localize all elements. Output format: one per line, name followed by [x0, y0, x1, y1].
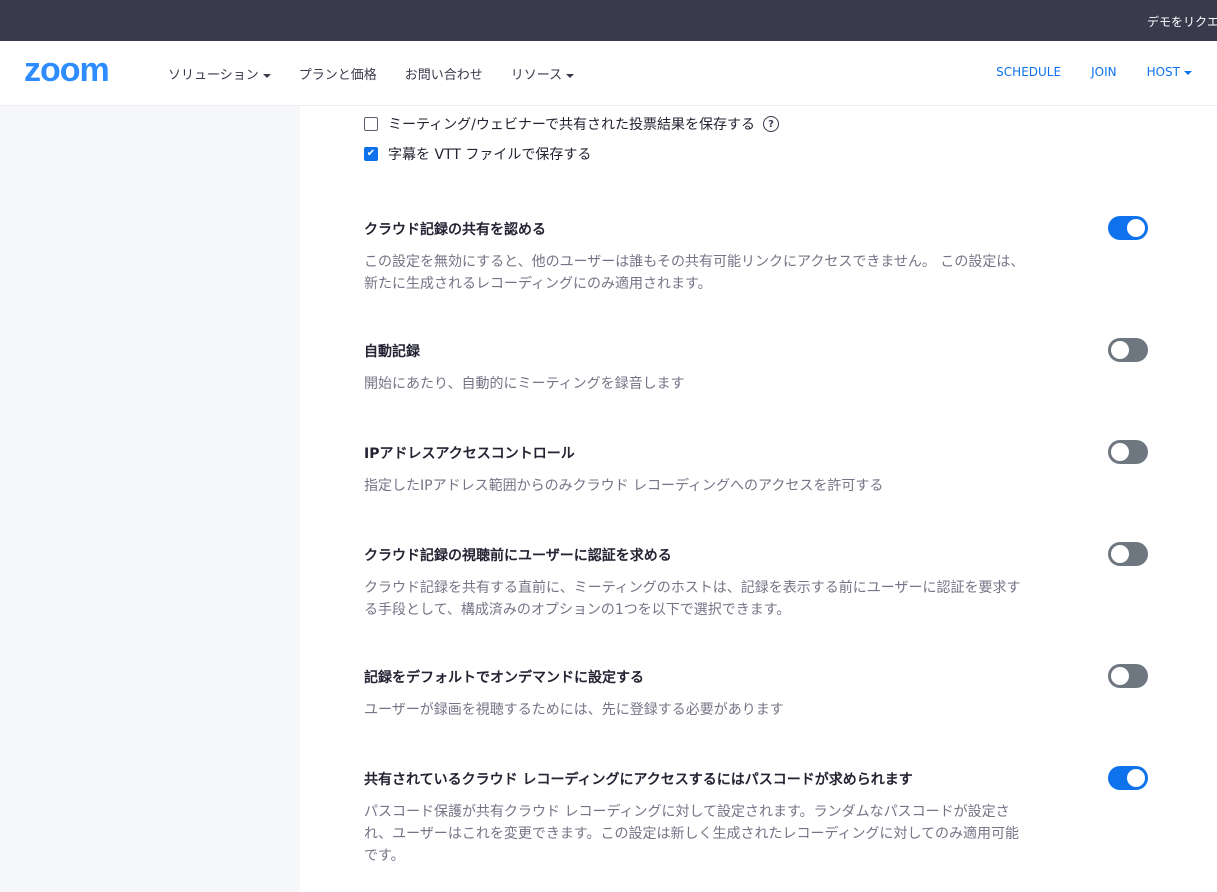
- toggle-knob: [1111, 545, 1129, 563]
- top-banner: デモをリクエスト: [0, 0, 1217, 41]
- toggle-knob: [1111, 443, 1129, 461]
- help-icon[interactable]: ?: [763, 116, 780, 132]
- vtt-checkbox-row[interactable]: ✔ 字幕を VTT ファイルで保存する: [364, 144, 591, 164]
- setting-passcode: 共有されているクラウド レコーディングにアクセスするにはパスコードが求められます…: [364, 766, 1148, 867]
- setting-ip-access: IPアドレスアクセスコントロール 指定したIPアドレス範囲からのみクラウド レコ…: [364, 440, 1148, 497]
- zoom-logo[interactable]: zoom: [24, 51, 110, 90]
- setting-description: この設定を無効にすると、他のユーザーは誰もその共有可能リンクにアクセスできません…: [364, 254, 1025, 292]
- host-label: HOST: [1146, 65, 1180, 79]
- setting-description: 指定したIPアドレス範囲からのみクラウド レコーディングへのアクセスを許可する: [364, 478, 884, 494]
- nav-solutions[interactable]: ソリューション: [168, 64, 271, 83]
- auto-record-toggle[interactable]: [1108, 338, 1148, 362]
- nav-plans[interactable]: プランと価格: [299, 64, 377, 83]
- setting-cloud-sharing: クラウド記録の共有を認める この設定を無効にすると、他のユーザーは誰もその共有可…: [364, 216, 1148, 295]
- setting-auto-record: 自動記録 開始にあたり、自動的にミーティングを録音します: [364, 338, 1148, 395]
- passcode-toggle[interactable]: [1108, 766, 1148, 790]
- setting-description: クラウド記録を共有する直前に、ミーティングのホストは、記録を表示する前にユーザー…: [364, 580, 1021, 618]
- setting-title: 共有されているクラウド レコーディングにアクセスするにはパスコードが求められます: [364, 772, 913, 788]
- nav-resources[interactable]: リソース: [510, 64, 575, 83]
- setting-title: クラウド記録の視聴前にユーザーに認証を求める: [364, 548, 672, 564]
- nav-contact[interactable]: お問い合わせ: [405, 64, 483, 83]
- setting-on-demand: 記録をデフォルトでオンデマンドに設定する ユーザーが録画を視聴するためには、先に…: [364, 664, 1148, 721]
- nav-actions: SCHEDULE JOIN HOST: [996, 65, 1192, 79]
- poll-results-label: ミーティング/ウェビナーで共有された投票結果を保存する: [388, 117, 756, 133]
- setting-description: ユーザーが録画を視聴するためには、先に登録する必要があります: [364, 702, 784, 718]
- chevron-down-icon: [262, 73, 271, 78]
- ip-access-toggle[interactable]: [1108, 440, 1148, 464]
- join-link[interactable]: JOIN: [1091, 65, 1117, 79]
- host-menu[interactable]: HOST: [1147, 65, 1192, 79]
- setting-description: パスコード保護が共有クラウド レコーディングに対して設定されます。ランダムなパス…: [364, 804, 1020, 864]
- toggle-knob: [1111, 667, 1129, 685]
- setting-description: 開始にあたり、自動的にミーティングを録音します: [364, 376, 685, 392]
- chevron-down-icon: [1184, 70, 1192, 75]
- setting-title: 自動記録: [364, 344, 420, 360]
- toggle-knob: [1127, 219, 1145, 237]
- poll-results-checkbox[interactable]: [364, 117, 378, 131]
- setting-title: 記録をデフォルトでオンデマンドに設定する: [364, 670, 644, 686]
- nav-menu: ソリューション プランと価格 お問い合わせ リソース: [168, 64, 575, 83]
- setting-title: IPアドレスアクセスコントロール: [364, 446, 575, 462]
- settings-panel: ミーティング/ウェビナーで共有された投票結果を保存する ? ✔ 字幕を VTT …: [300, 41, 1217, 892]
- toggle-knob: [1127, 769, 1145, 787]
- main-navbar: zoom ソリューション プランと価格 お問い合わせ リソース SCHEDULE…: [0, 41, 1217, 106]
- poll-results-checkbox-row[interactable]: ミーティング/ウェビナーで共有された投票結果を保存する ?: [364, 114, 780, 134]
- schedule-link[interactable]: SCHEDULE: [996, 65, 1061, 79]
- cloud-sharing-toggle[interactable]: [1108, 216, 1148, 240]
- setting-title: クラウド記録の共有を認める: [364, 222, 546, 238]
- vtt-label: 字幕を VTT ファイルで保存する: [388, 147, 592, 163]
- nav-resources-label: リソース: [510, 68, 563, 83]
- require-auth-toggle[interactable]: [1108, 542, 1148, 566]
- nav-solutions-label: ソリューション: [168, 68, 259, 83]
- setting-require-auth: クラウド記録の視聴前にユーザーに認証を求める クラウド記録を共有する直前に、ミー…: [364, 542, 1148, 621]
- vtt-checkbox[interactable]: ✔: [364, 147, 378, 161]
- request-demo-link[interactable]: デモをリクエスト: [1147, 13, 1217, 30]
- on-demand-toggle[interactable]: [1108, 664, 1148, 688]
- toggle-knob: [1111, 341, 1129, 359]
- chevron-down-icon: [566, 73, 575, 78]
